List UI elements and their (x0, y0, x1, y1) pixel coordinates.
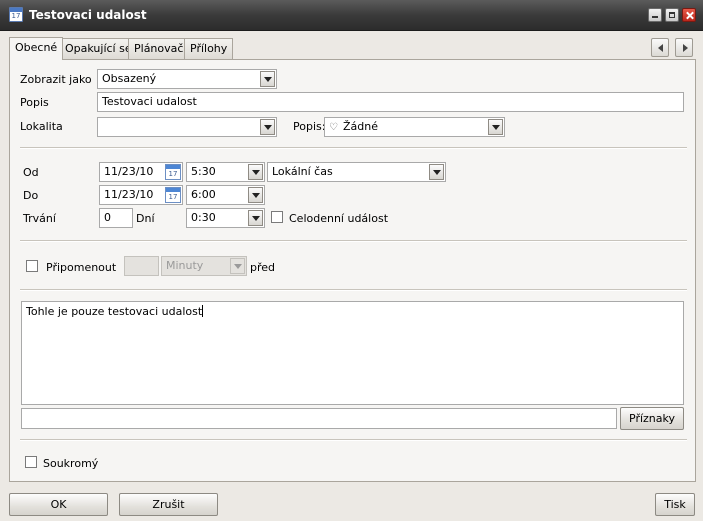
description-input[interactable]: Testovaci udalost (97, 92, 684, 112)
show-as-value: Obsazený (102, 72, 157, 85)
tab-scroll-right-icon[interactable] (675, 38, 693, 57)
ok-button[interactable]: OK (9, 493, 108, 516)
chevron-down-icon[interactable] (260, 71, 275, 87)
divider (20, 147, 687, 149)
tab-attachments[interactable]: Přílohy (184, 38, 234, 59)
location-select[interactable] (97, 117, 277, 137)
description-label: Popis (20, 96, 49, 109)
flags-button[interactable]: Příznaky (620, 407, 684, 430)
timezone-select[interactable]: Lokální čas (267, 162, 446, 182)
to-time-select[interactable]: 6:00 (186, 185, 265, 205)
maximize-icon[interactable] (665, 8, 679, 22)
allday-label: Celodenní událost (289, 212, 389, 225)
private-label: Soukromý (43, 457, 99, 470)
reminder-unit-select[interactable]: Minuty (161, 256, 247, 276)
category-select[interactable]: ♡ Žádné (324, 117, 505, 137)
tab-scheduler[interactable]: Plánovač (128, 38, 190, 59)
cancel-button[interactable]: Zrušit (119, 493, 218, 516)
reminder-amount-input[interactable] (124, 256, 159, 276)
from-date-value: 11/23/10 (104, 165, 154, 178)
chevron-down-icon[interactable] (230, 258, 245, 274)
notes-textarea[interactable]: Tohle je pouze testovaci udalost (21, 301, 684, 405)
duration-time-select[interactable]: 0:30 (186, 208, 265, 228)
from-time-value: 5:30 (191, 165, 216, 178)
to-date-value: 11/23/10 (104, 188, 154, 201)
close-icon[interactable] (682, 8, 696, 22)
allday-checkbox[interactable] (271, 211, 283, 223)
location-label: Lokalita (20, 120, 63, 133)
reminder-checkbox[interactable] (26, 260, 38, 272)
duration-time-value: 0:30 (191, 211, 216, 224)
heart-icon: ♡ (329, 122, 338, 133)
show-as-select[interactable]: Obsazený (97, 69, 277, 89)
calendar-icon[interactable]: 17 (165, 187, 181, 203)
days-label: Dní (136, 212, 155, 225)
to-time-value: 6:00 (191, 188, 216, 201)
chevron-down-icon[interactable] (248, 164, 263, 180)
calendar-icon[interactable]: 17 (165, 164, 181, 180)
window-title: Testovaci udalost (29, 8, 147, 22)
reminder-unit-value: Minuty (166, 259, 204, 272)
chevron-down-icon[interactable] (488, 119, 503, 135)
notes-text: Tohle je pouze testovaci udalost (26, 305, 203, 318)
private-checkbox[interactable] (25, 456, 37, 468)
reminder-label: Připomenout (46, 261, 117, 274)
show-as-label: Zobrazit jako (20, 73, 92, 86)
divider (20, 289, 687, 291)
minimize-icon[interactable] (648, 8, 662, 22)
tab-recurrence[interactable]: Opakující se (59, 38, 138, 59)
category-label: Popis: (293, 120, 326, 133)
chevron-down-icon[interactable] (429, 164, 444, 180)
general-panel: Zobrazit jako Obsazený Popis Testovaci u… (9, 59, 696, 482)
duration-label: Trvání (23, 212, 56, 225)
chevron-down-icon[interactable] (248, 187, 263, 203)
chevron-down-icon[interactable] (260, 119, 275, 135)
duration-days-input[interactable]: 0 (99, 208, 133, 228)
text-caret (202, 305, 204, 317)
reminder-suffix: před (250, 261, 276, 274)
timezone-value: Lokální čas (272, 165, 333, 178)
print-button[interactable]: Tisk (655, 493, 695, 516)
to-label: Do (23, 189, 39, 202)
chevron-down-icon[interactable] (248, 210, 263, 226)
title-bar[interactable]: 17 Testovaci udalost (0, 0, 703, 31)
calendar-app-icon: 17 (9, 7, 23, 22)
divider (20, 240, 687, 242)
category-value: Žádné (343, 120, 378, 133)
from-time-select[interactable]: 5:30 (186, 162, 265, 182)
from-label: Od (23, 166, 39, 179)
tab-general[interactable]: Obecné (9, 37, 64, 60)
event-dialog: 17 Testovaci udalost Obecné Opakující se… (0, 0, 703, 521)
divider (20, 439, 687, 441)
flags-input[interactable] (21, 408, 617, 429)
tab-scroll-left-icon[interactable] (651, 38, 669, 57)
